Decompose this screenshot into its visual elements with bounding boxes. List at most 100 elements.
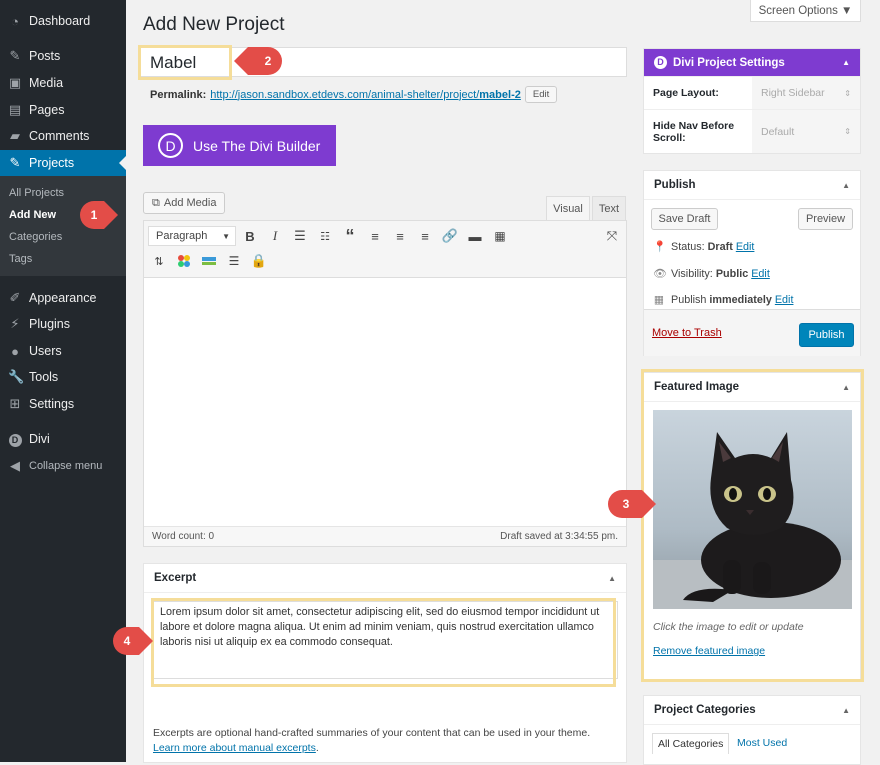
collapse-caret-icon[interactable]: ▲ <box>842 383 850 392</box>
fullscreen-icon[interactable]: ⤧ <box>602 226 622 246</box>
sidebar-item-comments[interactable]: ▰ Comments <box>0 123 126 149</box>
brush-icon: ✐ <box>9 290 21 305</box>
title-input[interactable]: Mabel <box>138 47 627 77</box>
publish-box: Publish ▲ Save Draft Preview 📍 Status: Dra… <box>643 170 861 356</box>
featured-image-header[interactable]: Featured Image ▲ <box>644 373 860 402</box>
collapse-caret-icon[interactable]: ▲ <box>842 181 850 190</box>
categories-header[interactable]: Project Categories ▲ <box>644 696 860 725</box>
color-palette-icon[interactable] <box>174 251 194 271</box>
sidebar-item-pages[interactable]: ▤ Pages <box>0 97 126 123</box>
tab-text[interactable]: Text <box>592 196 626 220</box>
visibility-edit-link[interactable]: Edit <box>751 268 770 280</box>
status-edit-link[interactable]: Edit <box>736 241 755 253</box>
read-more-icon[interactable]: ▬ <box>465 226 485 246</box>
eye-icon: 👁 <box>653 268 667 280</box>
tab-most-used[interactable]: Most Used <box>732 733 792 753</box>
badge-number: 4 <box>123 634 131 648</box>
sidebar-item-divi[interactable]: D Divi <box>0 426 126 452</box>
excerpt-title: Excerpt <box>154 572 197 584</box>
submenu-categories[interactable]: Categories <box>9 231 62 243</box>
publish-button[interactable]: Publish <box>799 323 854 347</box>
preview-button[interactable]: Preview <box>798 208 853 230</box>
divi-builder-button[interactable]: D Use The Divi Builder <box>143 125 336 166</box>
align-left-icon[interactable]: ≡ <box>365 226 385 246</box>
tab-visual[interactable]: Visual <box>546 196 590 220</box>
divi-logo-icon: D <box>654 56 667 69</box>
sidebar-item-settings[interactable]: ⊞ Settings <box>0 391 126 417</box>
visibility-label: Visibility: <box>671 267 713 280</box>
sidebar-item-appearance[interactable]: ✐ Appearance <box>0 285 126 311</box>
excerpt-box: Excerpt ▲ Lorem ipsum dolor sit amet, con… <box>143 563 627 763</box>
remove-featured-image-link[interactable]: Remove featured image <box>653 645 765 657</box>
page-title: Add New Project <box>143 14 285 35</box>
updown-icon: ⇕ <box>844 127 851 136</box>
screen-options-label: Screen Options ▼ <box>758 4 853 17</box>
permalink-link[interactable]: http://jason.sandbox.etdevs.com/animal-s… <box>210 89 521 101</box>
add-media-button[interactable]: ⧉ Add Media <box>143 192 226 214</box>
featured-image-box: Featured Image ▲ Click the image to edit … <box>643 372 861 680</box>
toolbar-toggle-icon[interactable]: ▦ <box>490 226 510 246</box>
excerpt-help-link[interactable]: Learn more about manual excerpts <box>153 742 316 754</box>
collapse-caret-icon[interactable]: ▲ <box>842 706 850 715</box>
submenu-add-new[interactable]: Add New <box>9 209 56 221</box>
collapse-caret-icon[interactable]: ▲ <box>842 58 850 67</box>
screen-options-button[interactable]: Screen Options ▼ <box>750 0 861 22</box>
sidebar-item-projects[interactable]: ✎ Projects <box>0 150 126 176</box>
bullet-list-icon[interactable]: ☰ <box>290 226 310 246</box>
user-icon: ● <box>11 343 19 359</box>
sidebar-item-tools[interactable]: 🔧 Tools <box>0 364 126 390</box>
format-select[interactable]: Paragraph ▼ <box>148 226 236 246</box>
tab-all-categories[interactable]: All Categories <box>652 733 730 754</box>
blockquote-icon[interactable]: “ <box>340 226 360 246</box>
sidebar-item-users[interactable]: ● Users <box>0 338 126 364</box>
hide-nav-label: Hide Nav Before Scroll: <box>653 119 735 144</box>
settings-icon: ⊞ <box>9 396 21 411</box>
pin-icon: 📍 <box>653 241 667 253</box>
lock-icon[interactable]: 🔒 <box>249 251 269 271</box>
schedule-label: Publish <box>671 293 707 306</box>
status-value: Draft <box>707 240 733 253</box>
sidebar-item-plugins[interactable]: ⚡ Plugins <box>0 311 126 337</box>
box-insert-icon[interactable]: ☰ <box>224 251 244 271</box>
pages-icon: ▤ <box>8 102 22 117</box>
excerpt-help-end: . <box>315 742 319 754</box>
shortcode-icon[interactable]: ⇅ <box>149 251 169 271</box>
divi-icon: D <box>8 431 22 447</box>
save-draft-button[interactable]: Save Draft <box>651 208 718 230</box>
italic-icon[interactable]: I <box>265 226 285 246</box>
button-insert-icon[interactable] <box>199 251 219 271</box>
publish-header[interactable]: Publish ▲ <box>644 171 860 200</box>
add-media-label: Add Media <box>163 197 217 209</box>
link-icon[interactable]: 🔗 <box>440 226 460 246</box>
submenu-all-projects[interactable]: All Projects <box>9 187 64 199</box>
sidebar-item-collapse[interactable]: ◀ Collapse menu <box>0 453 126 479</box>
bold-icon[interactable]: B <box>240 226 260 246</box>
annotation-badge-3: 3 <box>608 490 656 518</box>
move-to-trash-link[interactable]: Move to Trash <box>652 327 722 339</box>
divi-builder-label: Use The Divi Builder <box>193 137 321 154</box>
schedule-edit-link[interactable]: Edit <box>775 294 794 306</box>
sidebar-item-label: Dashboard <box>29 14 91 28</box>
collapse-caret-icon[interactable]: ▲ <box>608 574 616 583</box>
excerpt-textarea[interactable]: Lorem ipsum dolor sit amet, consectetur … <box>153 601 618 679</box>
sidebar-item-label: Users <box>29 344 62 358</box>
sidebar-item-dashboard[interactable]: ◔ Dashboard <box>0 8 126 34</box>
hide-nav-select[interactable]: Default ⇕ <box>752 110 860 153</box>
sidebar-item-media[interactable]: ▣ Media <box>0 70 126 96</box>
submenu-tags[interactable]: Tags <box>9 253 32 265</box>
page-layout-select[interactable]: Right Sidebar ⇕ <box>752 77 860 109</box>
comment-icon: ▰ <box>10 128 20 143</box>
excerpt-header[interactable]: Excerpt ▲ <box>144 564 626 593</box>
numbered-list-icon[interactable]: ☷ <box>315 226 335 246</box>
publish-title: Publish <box>654 179 696 191</box>
wrench-icon: 🔧 <box>8 369 25 384</box>
schedule-value: immediately <box>709 293 772 306</box>
featured-image-thumbnail[interactable] <box>653 410 852 609</box>
annotation-badge-2: 2 <box>234 47 282 75</box>
align-center-icon[interactable]: ≡ <box>390 226 410 246</box>
align-right-icon[interactable]: ≡ <box>415 226 435 246</box>
permalink-edit-button[interactable]: Edit <box>524 86 558 103</box>
content-editor[interactable]: Paragraph ▼ B I ☰ ☷ “ ≡ ≡ ≡ 🔗 ▬ ▦ ⤧ ⇅ ☰ 🔒… <box>143 220 627 547</box>
sidebar-item-posts[interactable]: ✎ Posts <box>0 43 126 69</box>
divi-settings-header[interactable]: D Divi Project Settings ▲ <box>644 49 860 76</box>
